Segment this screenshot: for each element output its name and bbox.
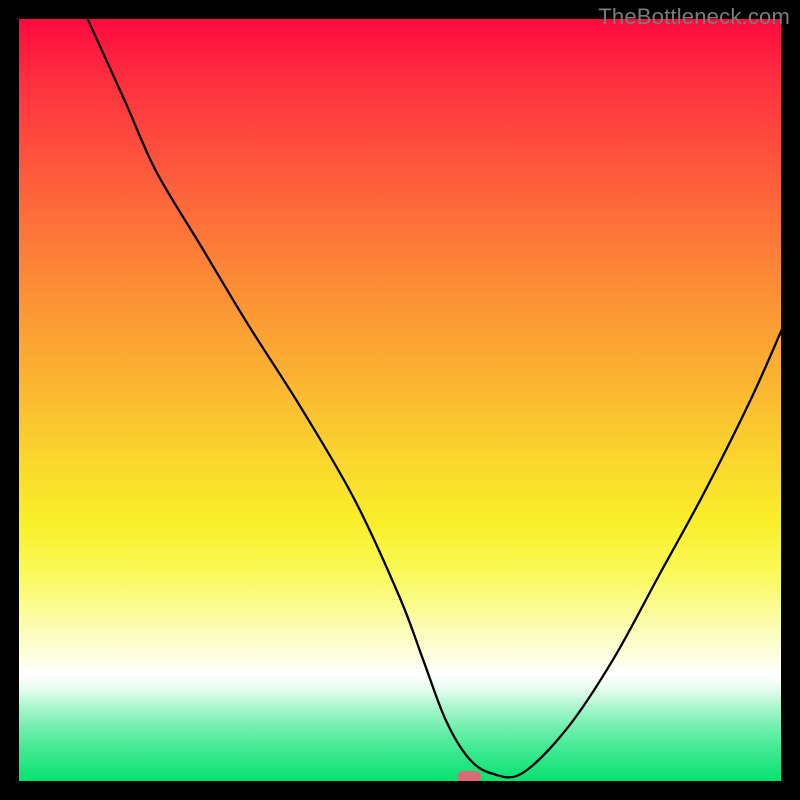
watermark-label: TheBottleneck.com [598,4,790,30]
optimal-point-marker [457,771,481,781]
bottleneck-curve [19,19,781,781]
chart-container: TheBottleneck.com [0,0,800,800]
plot-area [19,19,781,781]
